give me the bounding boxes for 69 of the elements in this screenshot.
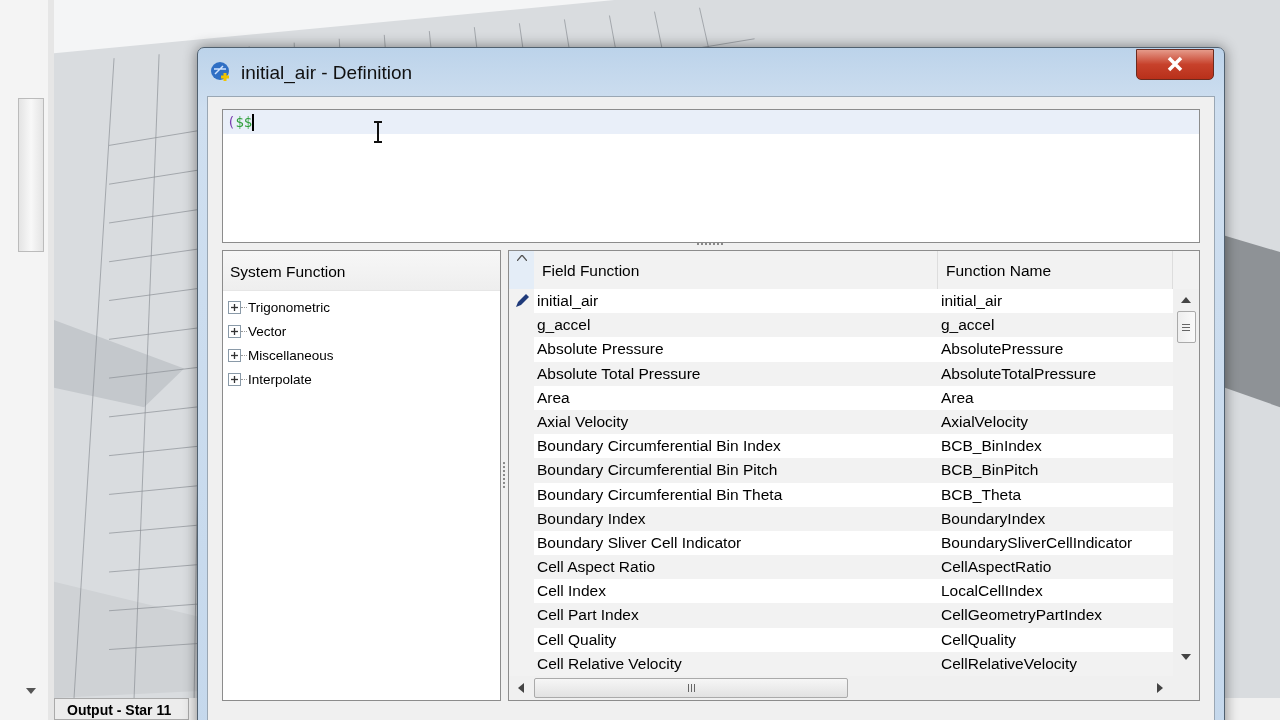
table-cell-text: Cell Part Index — [536, 605, 640, 626]
table-cell-text: BCB_BinPitch — [940, 460, 1040, 481]
scroll-up-icon[interactable] — [1181, 297, 1191, 303]
table-cell-text: g_accel — [536, 315, 592, 336]
table-row[interactable]: Boundary Circumferential Bin Index BCB_BinIndex — [509, 434, 1173, 459]
table-cell-text: BoundaryIndex — [940, 508, 1047, 529]
table-row[interactable]: Area Area — [509, 385, 1173, 410]
table-row[interactable]: Absolute Pressure AbsolutePressure — [509, 337, 1173, 362]
scrollbar-thumb[interactable] — [1176, 311, 1196, 343]
table-cell-text: Cell Aspect Ratio — [536, 557, 657, 578]
sort-up-icon — [516, 255, 527, 261]
tree-item[interactable]: Trigonometric — [248, 299, 331, 315]
table-cell-text: BCB_BinIndex — [940, 436, 1043, 457]
table-cell-text: Cell Quality — [536, 629, 618, 650]
table-cell-text: Boundary Index — [536, 508, 647, 529]
table-cell-text: BoundarySliverCellIndicator — [940, 532, 1134, 553]
scroll-left-icon[interactable] — [518, 683, 524, 693]
scroll-down-icon[interactable] — [1181, 654, 1191, 660]
splitter-grip-icon[interactable] — [696, 243, 726, 246]
table-cell-text: CellGeometryPartIndex — [940, 605, 1104, 626]
table-cell-text: Area — [940, 387, 975, 408]
table-cell-text: CellQuality — [940, 629, 1017, 650]
table-cell-text: initial_air — [940, 291, 1004, 311]
table-cell-text: g_accel — [940, 315, 996, 336]
table-cell-text: Boundary Circumferential Bin Theta — [536, 484, 784, 505]
scrollbar-thumb[interactable] — [534, 678, 848, 698]
table-cell-text: Boundary Sliver Cell Indicator — [536, 532, 743, 553]
expand-icon[interactable] — [228, 372, 241, 386]
text-cursor-icon — [373, 121, 383, 143]
expression-text: ($$ — [227, 114, 253, 130]
table-row[interactable]: Cell Index LocalCellIndex — [509, 579, 1173, 604]
splitter-grip-icon[interactable] — [503, 460, 506, 491]
window-title: initial_air - Definition — [241, 62, 414, 84]
scroll-down-icon[interactable] — [26, 688, 36, 694]
close-icon — [1166, 56, 1184, 72]
tree-item[interactable]: Miscellaneous — [248, 347, 334, 363]
table-cell-text: Cell Relative Velocity — [536, 653, 683, 674]
tree-item[interactable]: Vector — [248, 323, 287, 339]
table-row[interactable]: Cell Quality CellQuality — [509, 627, 1173, 652]
table-cell-text: CellAspectRatio — [940, 557, 1053, 578]
expand-icon[interactable] — [228, 324, 241, 338]
output-tab[interactable]: Output - Star 11 — [54, 698, 189, 720]
table-row[interactable]: Boundary Sliver Cell Indicator BoundarySliverCellIndicator — [509, 530, 1173, 556]
sort-header[interactable] — [509, 251, 534, 289]
scrollbar-thumb[interactable] — [18, 98, 44, 252]
table-cell-text: CellRelativeVelocity — [940, 653, 1079, 674]
table-cell-text: Area — [536, 387, 571, 408]
scroll-right-icon[interactable] — [1157, 683, 1163, 693]
table-cell-text: Axial Velocity — [536, 411, 630, 432]
table-row[interactable]: initial_air initial_air — [509, 289, 1173, 314]
table-cell-text: Boundary Circumferential Bin Pitch — [536, 460, 779, 481]
table-cell-text: BCB_Theta — [940, 484, 1023, 505]
close-button[interactable] — [1136, 48, 1214, 80]
table-cell-text: AbsoluteTotalPressure — [940, 363, 1098, 384]
globe-icon — [210, 61, 232, 83]
table-cell-text: Absolute Pressure — [536, 339, 665, 360]
expand-icon[interactable] — [228, 300, 241, 314]
table-cell-text: LocalCellIndex — [940, 581, 1044, 602]
table-cell-text: initial_air — [536, 291, 600, 311]
tree-item[interactable]: Interpolate — [248, 371, 312, 387]
table-cell-text: AbsolutePressure — [940, 339, 1065, 360]
expression-editor[interactable]: ($$ — [222, 109, 1200, 243]
table-cell-text: AxialVelocity — [940, 411, 1029, 432]
table-cell-text: Cell Index — [536, 581, 607, 602]
expand-icon[interactable] — [228, 348, 241, 362]
table-cell-text: Absolute Total Pressure — [536, 363, 702, 384]
column-header: System Function — [223, 251, 500, 291]
table-cell-text: Boundary Circumferential Bin Index — [536, 436, 782, 457]
table-row[interactable]: Boundary Circumferential Bin Theta BCB_Theta — [509, 482, 1173, 507]
